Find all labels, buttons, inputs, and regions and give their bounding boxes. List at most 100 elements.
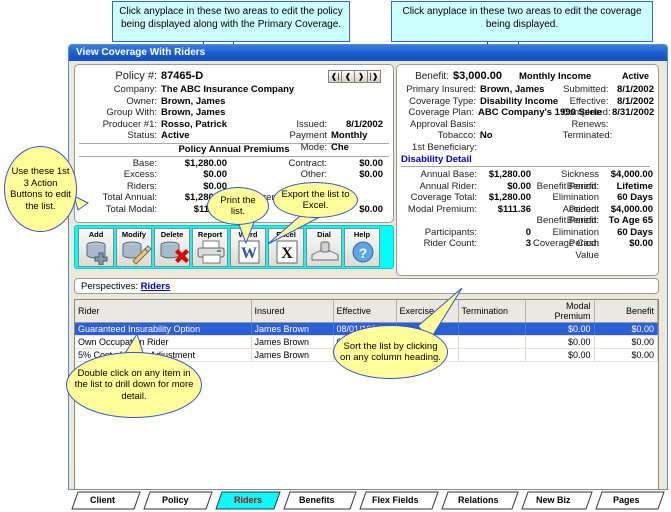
report-button[interactable]: Report	[192, 228, 228, 267]
column-header-rider[interactable]: Rider	[75, 300, 252, 323]
cell-modal-premium: $0.00	[525, 335, 595, 349]
benefit-period-2-label: Benefit Period:	[536, 215, 599, 226]
bottom-tab-strip: Client Policy Riders Benefits Flex Field…	[68, 489, 668, 510]
status-label: Status:	[127, 130, 157, 141]
modify-button[interactable]: Modify	[116, 228, 152, 267]
tab-new-biz[interactable]: New Biz	[536, 495, 571, 505]
annual-base-value: $1,280.00	[488, 169, 531, 180]
beneficiary-value	[481, 142, 565, 154]
producer-label: Producer #1:	[102, 118, 157, 130]
benefit-value: $3,000.00	[453, 70, 502, 82]
submitted-label: Submitted:	[563, 84, 609, 95]
coverage-panel[interactable]: Benefit: $3,000.00 Monthly Income Active…	[396, 64, 659, 276]
svg-text:X: X	[281, 245, 293, 262]
dial-button[interactable]: Dial	[306, 228, 342, 267]
payment-mode-label: Payment Mode:	[289, 130, 328, 153]
perspectives-current-link[interactable]: Riders	[141, 281, 171, 292]
column-header-insured[interactable]: Insured	[251, 300, 334, 323]
renews-value	[613, 119, 655, 131]
tab-relations[interactable]: Relations	[458, 495, 499, 505]
sickness-benefit-label: Sickness Benefit:	[560, 169, 599, 192]
delete-icon	[155, 239, 189, 265]
previous-record-button[interactable]: ❰	[341, 70, 355, 83]
help-button-label: Help	[353, 230, 371, 239]
callout-policy-note: Click anyplace in these two areas to edi…	[112, 1, 350, 42]
tab-pages[interactable]: Pages	[613, 495, 640, 505]
record-navigation-buttons[interactable]: ❰| ❰ ❱ |❱	[328, 70, 381, 83]
callout-excel: Export the list to Excel.	[273, 182, 358, 218]
effective-value: 8/1/2002	[617, 95, 654, 107]
tab-client[interactable]: Client	[90, 495, 115, 505]
rider-count-label: Rider Count:	[423, 238, 477, 249]
cell-insured: James Brown	[251, 335, 334, 349]
tab-flex-fields[interactable]: Flex Fields	[372, 495, 419, 505]
tab-riders[interactable]: Riders	[234, 495, 262, 505]
producer-row: Producer #1: Rosso, Patrick Issued: 8/1/…	[75, 119, 393, 131]
column-header-exercise[interactable]: Exercise	[396, 300, 459, 323]
help-icon: ?	[345, 239, 379, 265]
company-label: Company:	[113, 84, 157, 95]
excel-button-label: Excel	[276, 230, 296, 239]
last-record-button[interactable]: |❱	[367, 70, 381, 83]
tab-benefits[interactable]: Benefits	[299, 495, 335, 505]
help-button[interactable]: Help ?	[344, 228, 380, 267]
perspectives-label: Perspectives:	[81, 281, 139, 292]
base-value: $1,280.00	[184, 157, 227, 169]
approval-basis-label: Approval Basis:	[410, 118, 477, 130]
owner-value: Brown, James	[161, 95, 226, 107]
accident-benefit-value: $4,000.00	[610, 203, 653, 215]
policy-number-value: 87465-D	[161, 70, 204, 82]
report-button-label: Report	[197, 230, 223, 239]
callout-action-buttons-text: Use these 1st 3 Action Buttons to edit t…	[10, 166, 71, 212]
participants-label: Participants:	[424, 226, 477, 238]
elimination-period-2-value: 60 Days	[617, 226, 653, 238]
callout-action-buttons: Use these 1st 3 Action Buttons to edit t…	[4, 146, 77, 232]
other-label: Other:	[300, 169, 327, 180]
excel-button[interactable]: Excel X	[268, 228, 304, 267]
cell-insured: James Brown	[251, 348, 334, 362]
cell-termination	[458, 322, 526, 336]
coverage-cash-value-label: Coverage Cash Value	[532, 238, 599, 261]
modal-premium-value: $111.36	[497, 203, 531, 215]
callout-print: Print the list.	[207, 187, 269, 225]
benefit-row: Benefit: $3,000.00 Monthly Income Active	[397, 70, 654, 84]
premium-base-row: Base: $1,280.00 Contract: $0.00	[75, 158, 393, 170]
excess-label: Excess:	[123, 169, 157, 180]
coverage-total-label: Coverage Total:	[410, 192, 477, 203]
base-label: Base:	[132, 157, 157, 169]
cell-insured: James Brown	[251, 322, 334, 336]
cell-benefit: $0.00	[594, 335, 658, 349]
column-header-benefit[interactable]: Benefit	[594, 300, 658, 323]
terminated-value	[613, 130, 654, 142]
modal-premium-label: Modal Premium:	[407, 203, 477, 215]
delete-button[interactable]: Delete	[154, 228, 190, 267]
perspectives-bar: Perspectives: Riders	[74, 278, 659, 294]
column-header-modal-premium[interactable]: Modal Premium	[525, 300, 595, 323]
owner-row: Owner: Brown, James	[75, 96, 393, 108]
tab-policy[interactable]: Policy	[162, 495, 189, 505]
elimination-period-1-label: Elimination Period:	[552, 192, 599, 215]
owner-label: Owner:	[126, 95, 157, 107]
first-record-button[interactable]: ❰|	[328, 70, 342, 83]
cell-rider: Own Occupation Rider	[75, 335, 252, 349]
approval-basis-value	[480, 119, 563, 131]
word-button[interactable]: Word W	[230, 228, 266, 267]
window-title: View Coverage With Riders	[76, 47, 206, 58]
elimination-period-2-label: Elimination Period:	[552, 226, 599, 250]
renews-label: Renews:	[571, 118, 609, 130]
sickness-benefit-value: $4,000.00	[610, 169, 653, 180]
terminated-label: Terminated:	[562, 130, 613, 141]
add-icon	[79, 239, 113, 266]
callout-print-text: Print the list.	[220, 194, 256, 218]
column-header-termination[interactable]: Termination	[458, 300, 526, 323]
next-record-button[interactable]: ❱	[354, 70, 368, 83]
callout-coverage-note: Click anyplace in these two areas to edi…	[391, 1, 653, 42]
add-button[interactable]: Add	[78, 228, 114, 267]
window-body: ❰| ❰ ❱ |❱ Policy #: 87465-D Company: The…	[69, 61, 667, 508]
column-header-effective[interactable]: Effective	[333, 300, 397, 323]
primary-insured-label: Primary Insured:	[406, 84, 477, 95]
cell-rider: Guaranteed Insurability Option	[75, 322, 252, 336]
coverage-plan-value: ABC Company's 1990 Serie	[478, 107, 602, 118]
issued-label: Issued:	[296, 118, 327, 130]
coverage-plan-row: Coverage Plan: ABC Company's 1990 Serie …	[397, 107, 655, 119]
